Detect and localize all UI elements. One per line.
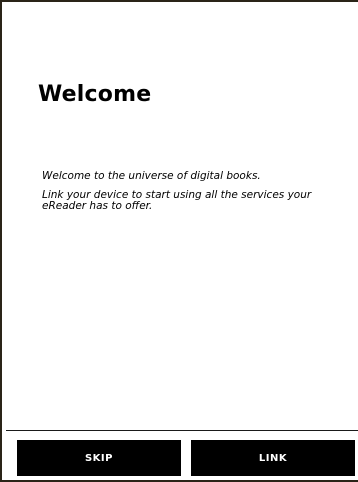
link-button[interactable]: LINK [191, 440, 355, 476]
page-title: Welcome [38, 82, 152, 107]
footer-divider [6, 430, 358, 431]
welcome-screen: Welcome Welcome to the universe of digit… [0, 0, 358, 482]
welcome-message: Welcome to the universe of digital books… [42, 171, 342, 220]
welcome-paragraph-link-info: Link your device to start using all the … [42, 189, 312, 212]
skip-button[interactable]: SKIP [17, 440, 181, 476]
welcome-paragraph-intro: Welcome to the universe of digital books… [42, 170, 261, 182]
